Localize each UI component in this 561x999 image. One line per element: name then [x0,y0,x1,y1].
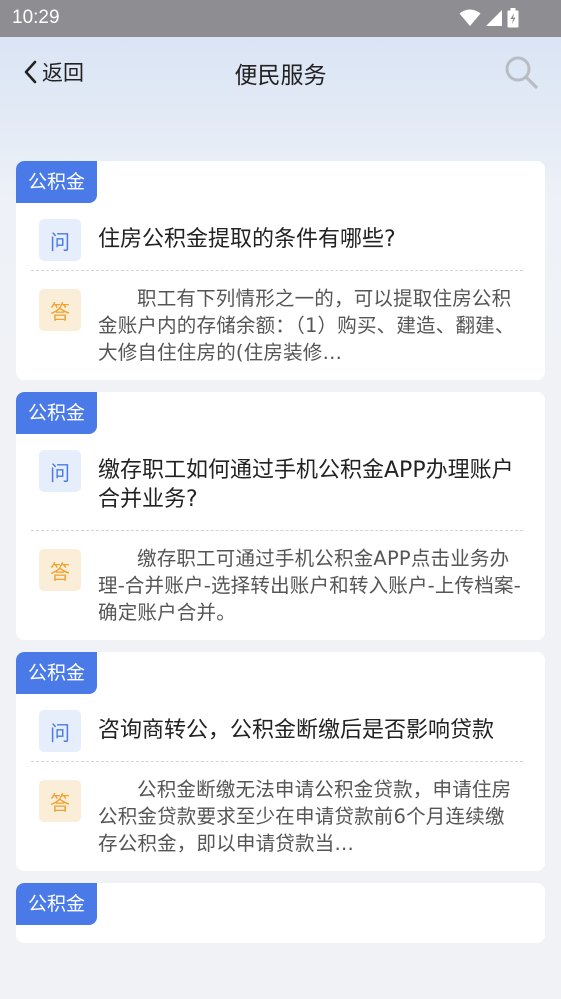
nav-bar: 返回 便民服务 [0,37,561,109]
answer-badge: 答 [39,780,81,822]
faq-list: 公积金 问 住房公积金提取的条件有哪些? 答 职工有下列情形之一的，可以提取住房… [16,161,545,955]
faq-card[interactable]: 公积金 问 缴存职工如何通过手机公积金APP办理账户合并业务? 答 缴存职工可通… [16,392,545,640]
category-tag: 公积金 [16,883,98,925]
question-text: 咨询商转公，公积金断缴后是否影响贷款 [98,718,495,743]
answer-text: 职工有下列情形之一的，可以提取住房公积金账户内的存储余额：（1）购买、建造、翻建… [98,287,515,364]
answer-row: 答 职工有下列情形之一的，可以提取住房公积金账户内的存储余额：（1）购买、建造、… [16,271,545,380]
answer-row: 答 公积金断缴无法申请公积金贷款，申请住房公积金贷款要求至少在申请贷款前6个月连… [16,762,545,871]
category-tag: 公积金 [16,652,98,694]
answer-badge: 答 [39,549,81,591]
status-bar: 10:29 [0,0,561,37]
page-title: 便民服务 [234,63,327,89]
question-text: 住房公积金提取的条件有哪些? [98,227,396,252]
wifi-icon [459,9,481,26]
question-badge: 问 [39,219,81,261]
answer-text: 公积金断缴无法申请公积金贷款，申请住房公积金贷款要求至少在申请贷款前6个月连续缴… [98,778,512,855]
question-row: 问 缴存职工如何通过手机公积金APP办理账户合并业务? [16,434,545,530]
status-icons [459,8,519,28]
status-time: 10:29 [12,7,60,28]
battery-icon [507,8,519,28]
search-button[interactable] [503,54,539,90]
search-icon [505,56,538,89]
faq-card[interactable]: 公积金 [16,883,545,943]
category-tag: 公积金 [16,161,98,203]
answer-badge: 答 [39,289,81,331]
category-tag: 公积金 [16,392,98,434]
question-row: 问 住房公积金提取的条件有哪些? [16,203,545,270]
answer-row: 答 缴存职工可通过手机公积金APP点击业务办理-合并账户-选择转出账户和转入账户… [16,531,545,640]
signal-icon [486,10,502,26]
question-badge: 问 [39,450,81,492]
faq-card[interactable]: 公积金 问 住房公积金提取的条件有哪些? 答 职工有下列情形之一的，可以提取住房… [16,161,545,380]
answer-text: 缴存职工可通过手机公积金APP点击业务办理-合并账户-选择转出账户和转入账户-上… [98,547,521,624]
faq-card[interactable]: 公积金 问 咨询商转公，公积金断缴后是否影响贷款 答 公积金断缴无法申请公积金贷… [16,652,545,871]
question-badge: 问 [39,710,81,752]
question-text: 缴存职工如何通过手机公积金APP办理账户合并业务? [98,458,514,512]
question-row: 问 咨询商转公，公积金断缴后是否影响贷款 [16,694,545,761]
